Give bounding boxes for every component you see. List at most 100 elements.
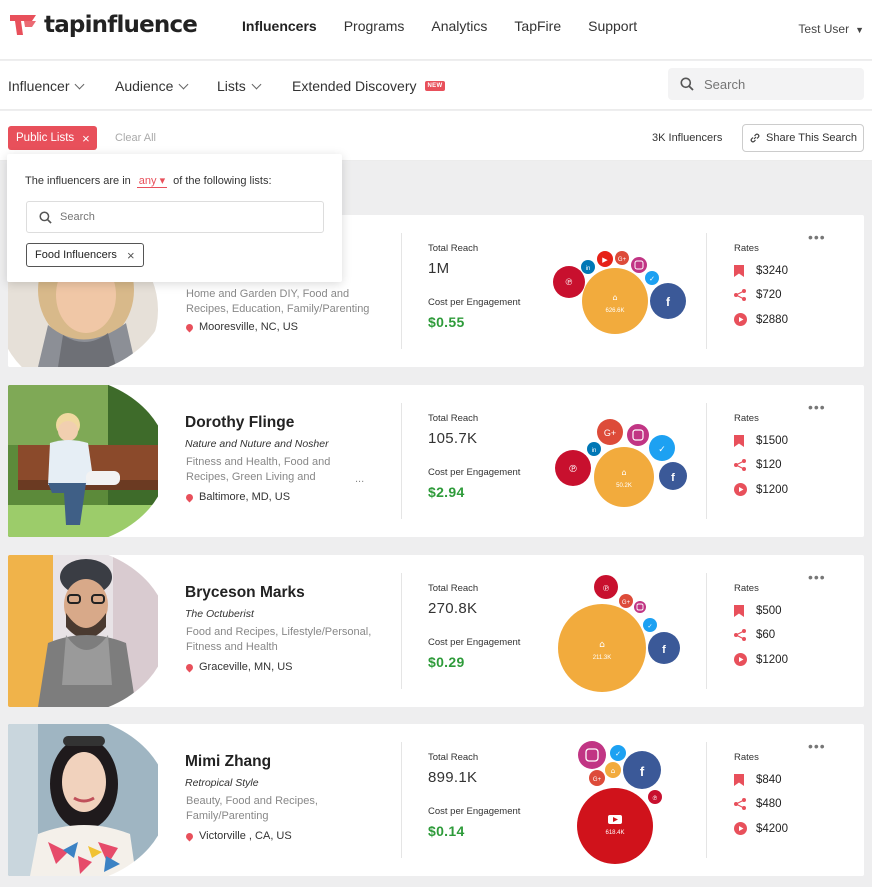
- more-options-button[interactable]: •••: [808, 399, 826, 415]
- svg-text:℗: ℗: [652, 795, 658, 802]
- cpe-value: $0.14: [428, 823, 465, 839]
- svg-text:℗: ℗: [568, 464, 578, 475]
- share-search-button[interactable]: Share This Search: [742, 124, 864, 152]
- chevron-down-icon: [178, 79, 189, 89]
- location-text: Mooresville, NC, US: [199, 321, 299, 333]
- social-reach-bubbles: ⌂ 211.3K ℗ G+ ✓ f: [558, 575, 680, 692]
- nav-tapfire[interactable]: TapFire: [514, 18, 561, 34]
- rate-value: $1200: [756, 653, 788, 666]
- svg-text:G+: G+: [622, 600, 631, 606]
- selected-list-chip[interactable]: Food Influencers ×: [26, 243, 144, 267]
- nav-programs[interactable]: Programs: [344, 18, 405, 34]
- bookmark-icon: [734, 435, 756, 447]
- extended-discovery-filter[interactable]: Extended Discovery NEW: [292, 78, 446, 94]
- svg-text:✓: ✓: [647, 623, 652, 630]
- user-name: Test User: [798, 22, 850, 36]
- more-options-button[interactable]: •••: [808, 229, 826, 245]
- divider: [706, 403, 707, 519]
- close-icon[interactable]: ×: [82, 131, 90, 146]
- lists-filter[interactable]: Lists: [217, 78, 262, 94]
- rate-share: $120: [734, 459, 782, 471]
- cpe-label: Cost per Engagement: [428, 297, 521, 308]
- logo[interactable]: tapinfluence: [8, 12, 198, 38]
- influencer-name[interactable]: Mimi Zhang: [185, 753, 271, 771]
- cpe-label: Cost per Engagement: [428, 806, 521, 817]
- link-icon: [750, 133, 760, 143]
- close-icon[interactable]: ×: [127, 248, 135, 263]
- rate-value: $2880: [756, 313, 788, 326]
- location-text: Graceville, MN, US: [199, 661, 293, 673]
- match-mode-value: any: [138, 175, 157, 187]
- match-mode-select[interactable]: any ▾: [136, 174, 168, 188]
- more-categories: ...: [355, 473, 365, 485]
- bubble-value: 211.3K: [593, 655, 612, 661]
- user-menu[interactable]: Test User ▼: [798, 22, 864, 36]
- total-reach-value: 270.8K: [428, 600, 478, 617]
- caret-down-icon: ▼: [855, 25, 864, 35]
- rate-share: $60: [734, 629, 775, 641]
- influencer-card[interactable]: Dorothy Flinge Nature and Nuture and Nos…: [8, 385, 864, 537]
- play-icon: [734, 653, 756, 666]
- divider: [401, 403, 402, 519]
- influencer-filter-label: Influencer: [8, 78, 70, 94]
- nav-support[interactable]: Support: [588, 18, 637, 34]
- extended-discovery-label: Extended Discovery: [292, 78, 417, 94]
- public-lists-chip[interactable]: Public Lists ×: [8, 126, 97, 150]
- influencer-categories: Beauty, Food and Recipes, Family/Parenti…: [186, 795, 318, 822]
- influencer-name[interactable]: Bryceson Marks: [185, 584, 305, 602]
- svg-text:⌂: ⌂: [612, 293, 617, 302]
- divider: [401, 573, 402, 689]
- rate-post: $3240: [734, 265, 788, 277]
- top-bar: tapinfluence Influencers Programs Analyt…: [0, 0, 872, 60]
- home-bubble: [594, 447, 654, 507]
- main-nav: Influencers Programs Analytics TapFire S…: [242, 18, 664, 34]
- cpe-label: Cost per Engagement: [428, 637, 521, 648]
- list-search-box[interactable]: [26, 201, 324, 233]
- svg-text:⌂: ⌂: [611, 767, 615, 775]
- audience-filter[interactable]: Audience: [115, 78, 189, 94]
- svg-text:G+: G+: [604, 428, 616, 438]
- divider: [706, 573, 707, 689]
- list-search-input[interactable]: [60, 211, 300, 223]
- influencer-card[interactable]: Mimi Zhang Retropical Style Beauty, Food…: [8, 724, 864, 876]
- list-filter-popover: The influencers are in any ▾ of the foll…: [7, 154, 342, 282]
- new-badge: NEW: [424, 81, 446, 91]
- influencer-location: Victorville , CA, US: [184, 830, 292, 842]
- chevron-down-icon: [251, 79, 262, 89]
- total-reach-value: 1M: [428, 260, 450, 277]
- bubble-value: 50.2K: [616, 483, 632, 489]
- location-text: Baltimore, MD, US: [199, 491, 291, 503]
- influencer-tagline: The Octuberist: [185, 608, 254, 620]
- rates-label: Rates: [734, 413, 759, 424]
- bookmark-icon: [734, 774, 756, 786]
- svg-text:℗: ℗: [602, 584, 610, 593]
- more-options-button[interactable]: •••: [808, 569, 826, 585]
- location-pin-icon: [184, 831, 195, 841]
- influencer-card[interactable]: Bryceson Marks The Octuberist Food and R…: [8, 555, 864, 707]
- rate-value: $1500: [756, 435, 788, 447]
- rate-post: $1500: [734, 435, 788, 447]
- rate-value: $500: [756, 605, 782, 617]
- nav-analytics[interactable]: Analytics: [431, 18, 487, 34]
- divider: [401, 742, 402, 858]
- influencer-location: Mooresville, NC, US: [184, 321, 299, 333]
- play-icon: [734, 483, 756, 496]
- search-box[interactable]: [668, 68, 864, 100]
- share-icon: [734, 629, 756, 641]
- influencer-name[interactable]: Dorothy Flinge: [185, 414, 294, 432]
- more-options-button[interactable]: •••: [808, 738, 826, 754]
- search-input[interactable]: [704, 76, 844, 92]
- svg-text:℗: ℗: [565, 278, 574, 288]
- rate-post: $500: [734, 605, 782, 617]
- influencer-tagline: Nature and Nuture and Nosher: [185, 438, 329, 450]
- cpe-value: $0.29: [428, 654, 465, 670]
- svg-text:✓: ✓: [649, 275, 655, 283]
- nav-influencers[interactable]: Influencers: [242, 18, 317, 34]
- bubble-value: 626.6K: [605, 308, 624, 314]
- selected-list-label: Food Influencers: [35, 249, 117, 261]
- svg-text:f: f: [640, 764, 645, 779]
- svg-text:✓: ✓: [615, 750, 621, 758]
- influencer-filter[interactable]: Influencer: [8, 78, 85, 94]
- clear-all-link[interactable]: Clear All: [115, 132, 156, 144]
- svg-text:G+: G+: [618, 257, 627, 263]
